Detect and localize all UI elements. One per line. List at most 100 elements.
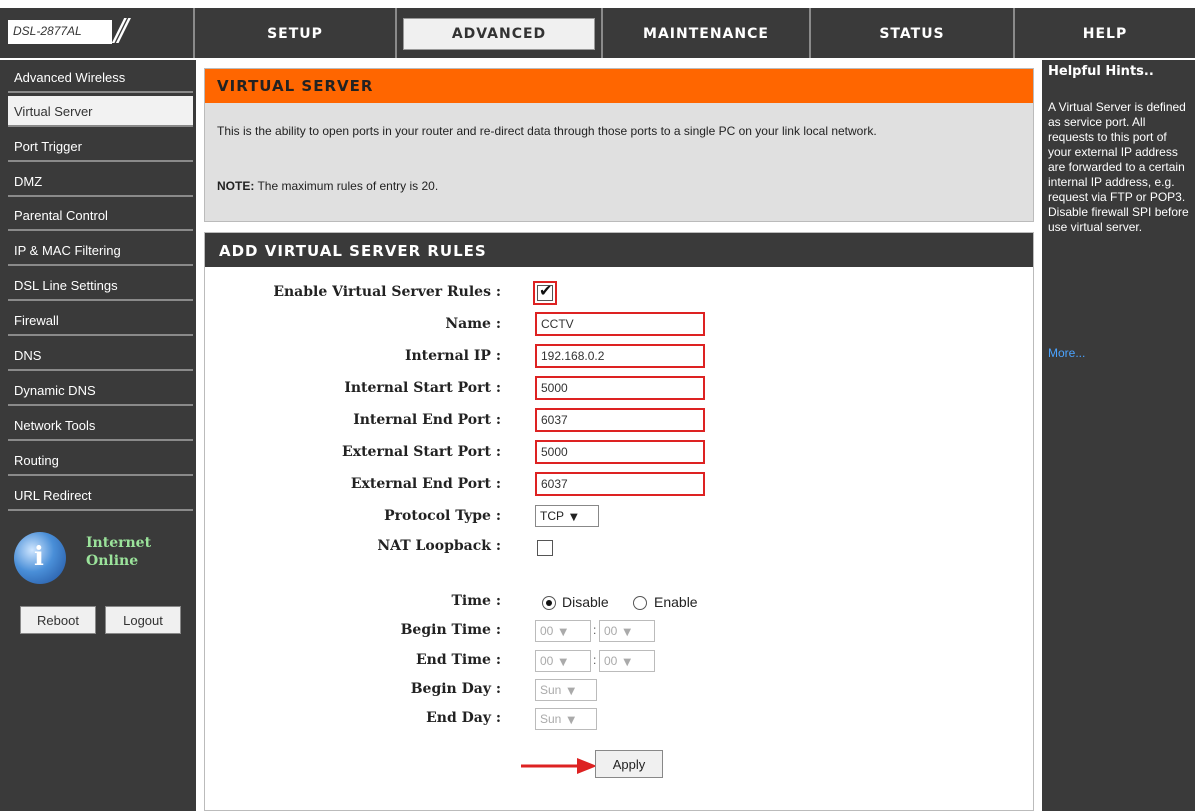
internal-ip-label: Internal IP :: [404, 348, 501, 364]
sidebar-item-routing[interactable]: Routing: [8, 445, 193, 476]
chevron-down-icon: ▼: [567, 686, 576, 697]
sidebar-item-firewall[interactable]: Firewall: [8, 305, 193, 336]
nat-loopback-checkbox[interactable]: [537, 540, 553, 556]
tab-advanced-highlight: ADVANCED: [403, 18, 595, 50]
internet-status: Internet Online: [14, 530, 184, 590]
name-label: Name :: [445, 316, 501, 332]
external-end-port-input[interactable]: 6037: [535, 472, 705, 496]
chevron-down-icon: ▼: [623, 627, 632, 638]
add-rules-section: ADD VIRTUAL SERVER RULES Enable Virtual …: [204, 232, 1034, 811]
reboot-button[interactable]: Reboot: [20, 606, 96, 634]
protocol-type-select[interactable]: TCP ▼: [535, 505, 599, 527]
sidebar-item-virtual-server[interactable]: Virtual Server: [8, 96, 193, 127]
name-input[interactable]: CCTV: [535, 312, 705, 336]
sidebar-item-dmz[interactable]: DMZ: [8, 166, 193, 197]
end-hour-value: 00: [540, 654, 554, 668]
tab-status-label: STATUS: [879, 26, 945, 42]
end-day-label: End Day :: [426, 710, 501, 726]
time-enable-label: Enable: [654, 594, 698, 610]
external-start-port-input[interactable]: 5000: [535, 440, 705, 464]
nat-loopback-label: NAT Loopback :: [377, 538, 501, 554]
tab-setup[interactable]: SETUP: [193, 8, 395, 58]
sidebar-item-url-redirect[interactable]: URL Redirect: [8, 480, 193, 511]
end-hour-select[interactable]: 00 ▼: [535, 650, 591, 672]
apply-button[interactable]: Apply: [595, 750, 663, 778]
internal-ip-input[interactable]: 192.168.0.2: [535, 344, 705, 368]
red-arrow-icon: [521, 758, 597, 774]
end-minute-value: 00: [604, 654, 618, 668]
tab-help-label: HELP: [1082, 26, 1128, 42]
add-rules-title: ADD VIRTUAL SERVER RULES: [219, 242, 487, 260]
external-end-port-label: External End Port :: [350, 476, 501, 492]
tab-help[interactable]: HELP: [1013, 8, 1195, 58]
sidebar-item-network-tools[interactable]: Network Tools: [8, 410, 193, 441]
time-separator: :: [593, 623, 597, 637]
time-label: Time :: [451, 593, 502, 609]
chevron-down-icon: ▼: [570, 512, 578, 523]
main-content: VIRTUAL SERVER This is the ability to op…: [196, 60, 1042, 811]
tab-advanced-label: ADVANCED: [451, 26, 547, 42]
sidebar-item-advanced-wireless[interactable]: Advanced Wireless: [8, 62, 193, 93]
enable-rules-label: Enable Virtual Server Rules :: [273, 284, 501, 300]
logo-slashes: //: [114, 13, 128, 48]
note-text: The maximum rules of entry is 20.: [254, 179, 439, 193]
status-line-internet: Internet: [86, 535, 152, 551]
tab-maintenance-label: MAINTENANCE: [643, 26, 769, 42]
sidebar-item-dsl-line-settings[interactable]: DSL Line Settings: [8, 270, 193, 301]
internal-end-port-label: Internal End Port :: [353, 412, 501, 428]
chevron-down-icon: ▼: [559, 657, 568, 668]
add-rules-header: ADD VIRTUAL SERVER RULES: [205, 233, 1033, 267]
virtual-server-description: This is the ability to open ports in you…: [217, 124, 877, 138]
end-day-select[interactable]: Sun ▼: [535, 708, 597, 730]
logout-button[interactable]: Logout: [105, 606, 181, 634]
begin-minute-value: 00: [604, 624, 618, 638]
helpful-hints-panel: Helpful Hints.. A Virtual Server is defi…: [1042, 60, 1195, 811]
sidebar-item-dynamic-dns[interactable]: Dynamic DNS: [8, 375, 193, 406]
sidebar: Advanced Wireless Virtual Server Port Tr…: [0, 60, 196, 811]
end-minute-select[interactable]: 00 ▼: [599, 650, 655, 672]
sidebar-item-ip-mac-filtering[interactable]: IP & MAC Filtering: [8, 235, 193, 266]
model-name: DSL-2877AL: [8, 20, 112, 44]
checkmark-icon: ✔: [539, 281, 553, 300]
chevron-down-icon: ▼: [567, 715, 576, 726]
external-start-port-label: External Start Port :: [342, 444, 501, 460]
enable-rules-checkbox[interactable]: ✔: [533, 281, 557, 305]
chevron-down-icon: ▼: [623, 657, 632, 668]
tab-maintenance[interactable]: MAINTENANCE: [601, 8, 809, 58]
hints-more-link[interactable]: More...: [1048, 346, 1085, 360]
sidebar-item-dns[interactable]: DNS: [8, 340, 193, 371]
time-separator: :: [593, 653, 597, 667]
virtual-server-note: NOTE: The maximum rules of entry is 20.: [217, 179, 438, 193]
protocol-value: TCP: [540, 509, 564, 523]
begin-hour-value: 00: [540, 624, 554, 638]
internal-start-port-input[interactable]: 5000: [535, 376, 705, 400]
begin-minute-select[interactable]: 00 ▼: [599, 620, 655, 642]
virtual-server-title: VIRTUAL SERVER: [217, 77, 374, 95]
tab-status[interactable]: STATUS: [809, 8, 1013, 58]
begin-time-label: Begin Time :: [400, 622, 501, 638]
begin-day-select[interactable]: Sun ▼: [535, 679, 597, 701]
time-disable-radio[interactable]: [542, 596, 556, 610]
sidebar-item-parental-control[interactable]: Parental Control: [8, 200, 193, 231]
internal-end-port-input[interactable]: 6037: [535, 408, 705, 432]
time-enable-radio[interactable]: [633, 596, 647, 610]
tab-advanced[interactable]: ADVANCED: [395, 8, 601, 58]
begin-hour-select[interactable]: 00 ▼: [535, 620, 591, 642]
note-label: NOTE:: [217, 179, 255, 193]
hints-text: A Virtual Server is defined as service p…: [1048, 100, 1189, 234]
time-disable-label: Disable: [562, 594, 609, 610]
internet-status-text: Internet Online: [86, 534, 151, 570]
begin-day-value: Sun: [540, 683, 562, 697]
end-day-value: Sun: [540, 712, 562, 726]
globe-info-icon: [14, 532, 66, 584]
begin-day-label: Begin Day :: [410, 681, 501, 697]
status-line-online: Online: [86, 553, 139, 569]
internal-start-port-label: Internal Start Port :: [344, 380, 501, 396]
sidebar-item-port-trigger[interactable]: Port Trigger: [8, 131, 193, 162]
virtual-server-header: VIRTUAL SERVER: [205, 69, 1033, 103]
model-logo: DSL-2877AL //: [0, 8, 193, 58]
top-navigation: DSL-2877AL // SETUP ADVANCED MAINTENANCE…: [0, 8, 1195, 58]
protocol-type-label: Protocol Type :: [384, 508, 501, 524]
end-time-label: End Time :: [415, 652, 501, 668]
virtual-server-section: VIRTUAL SERVER This is the ability to op…: [204, 68, 1034, 222]
